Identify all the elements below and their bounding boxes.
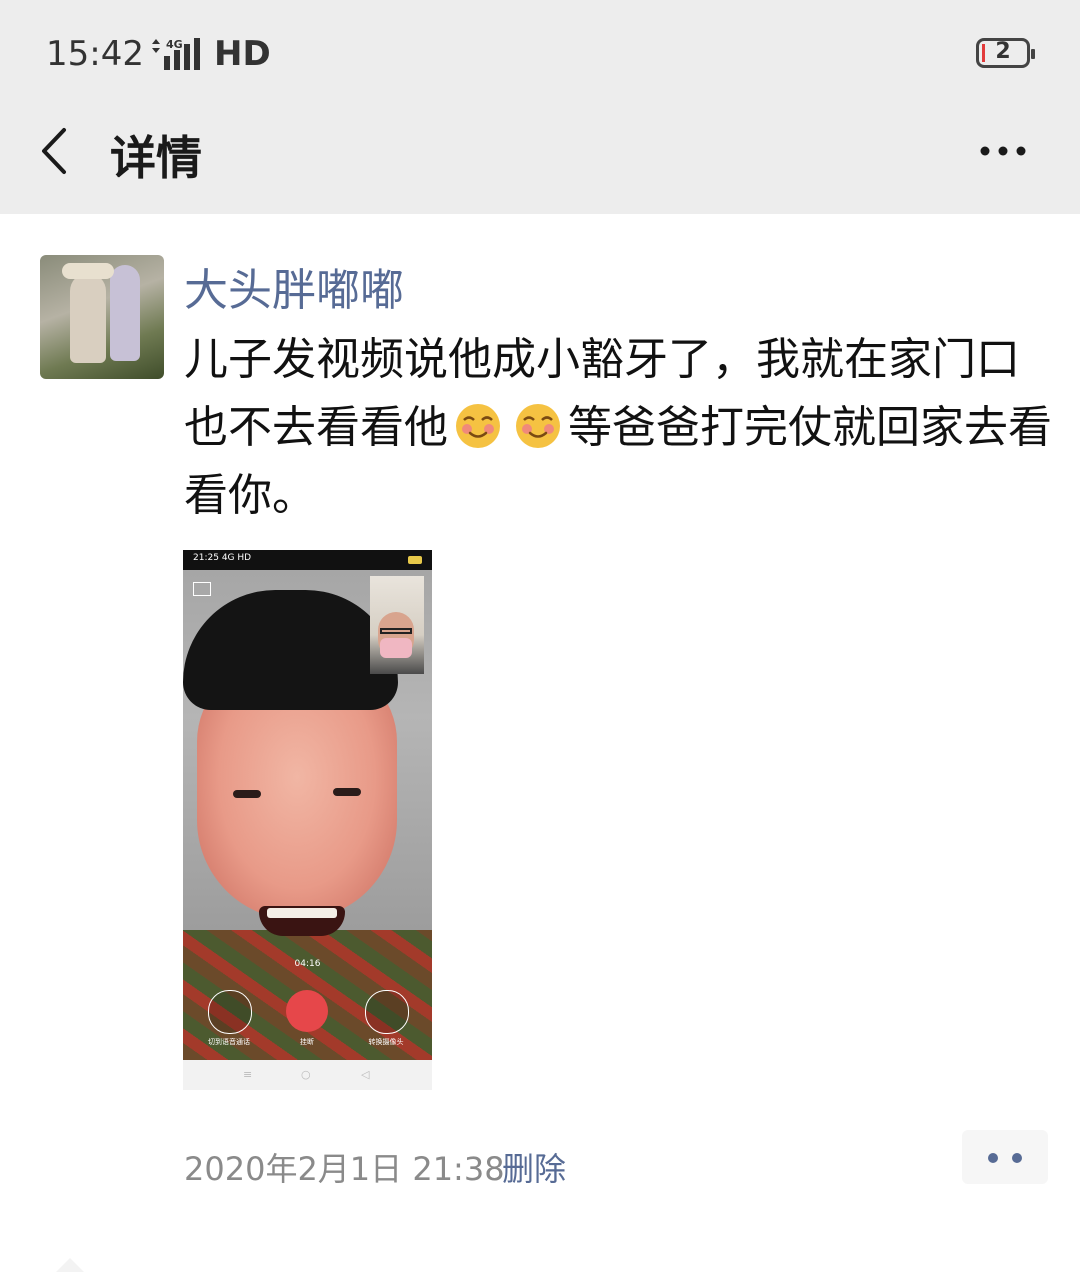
image-hangup-icon xyxy=(286,990,328,1032)
post-timestamp: 2020年2月1日 21:38 xyxy=(184,1150,505,1188)
image-status-hd: HD xyxy=(237,553,252,563)
image-battery-icon xyxy=(408,556,422,564)
image-nav-home-icon: ○ xyxy=(301,1068,311,1081)
image-eye xyxy=(233,790,261,798)
image-status-time: 21:25 4G HD xyxy=(193,553,251,563)
avatar-hat xyxy=(62,263,114,279)
blushing-smile-emoji xyxy=(516,404,560,448)
avatar[interactable] xyxy=(40,255,164,379)
delete-link[interactable]: 删除 xyxy=(502,1144,566,1190)
page-title: 详情 xyxy=(110,131,202,185)
image-call-timer: 04:16 xyxy=(294,959,321,969)
comment-caret-icon xyxy=(56,1258,84,1272)
image-eye xyxy=(333,788,361,796)
status-bar: 15:42 4G HD 2 xyxy=(0,0,1080,108)
more-dots-icon[interactable] xyxy=(962,1130,1048,1184)
avatar-figure xyxy=(70,273,106,363)
image-status-bar: 21:25 4G HD xyxy=(183,550,432,570)
avatar-figure xyxy=(110,265,140,361)
image-nav-menu-icon: ≡ xyxy=(243,1068,253,1081)
image-pip-glasses xyxy=(380,628,412,634)
user-name[interactable]: 大头胖嘟嘟 xyxy=(184,254,404,318)
network-label: 4G xyxy=(166,38,183,51)
image-hangup-label: 挂断 xyxy=(300,1038,314,1046)
image-switch-audio-icon xyxy=(208,990,252,1034)
chevron-left-icon[interactable] xyxy=(40,126,70,176)
image-minimize-icon xyxy=(193,582,211,596)
dot xyxy=(1012,1153,1022,1163)
nav-bar: 详情 xyxy=(0,108,1080,214)
dot xyxy=(988,1153,998,1163)
image-pip-video xyxy=(370,576,424,674)
image-teeth xyxy=(267,908,337,918)
battery-number: 2 xyxy=(995,39,1011,64)
status-time: 15:42 xyxy=(46,34,144,74)
image-camera-label: 转换摄像头 xyxy=(368,1038,404,1046)
battery-icon: 2 xyxy=(976,38,1035,68)
image-status-clock: 21:25 xyxy=(193,553,219,563)
image-pip-mask xyxy=(380,638,412,658)
post-text: 儿子发视频说他成小豁牙了，我就在家门口也不去看看他 等爸爸打完仗就回家去看看你。 xyxy=(184,326,1054,530)
image-camera-switch-icon xyxy=(365,990,409,1034)
image-nav-back-icon: ◁ xyxy=(361,1068,370,1081)
post-image[interactable]: 21:25 4G HD 04:16 切到语音通话 挂断 转换摄像头 ≡ ○ ◁ xyxy=(183,550,432,1090)
more-horizontal-icon[interactable] xyxy=(978,144,1028,158)
status-hd: HD xyxy=(214,34,271,74)
blushing-smile-emoji xyxy=(456,404,500,448)
image-nav-bar: ≡ ○ ◁ xyxy=(183,1060,432,1090)
image-status-network: 4G xyxy=(221,553,235,563)
image-switch-label: 切到语音通话 xyxy=(208,1038,250,1046)
signal-icon: 4G xyxy=(152,38,200,70)
